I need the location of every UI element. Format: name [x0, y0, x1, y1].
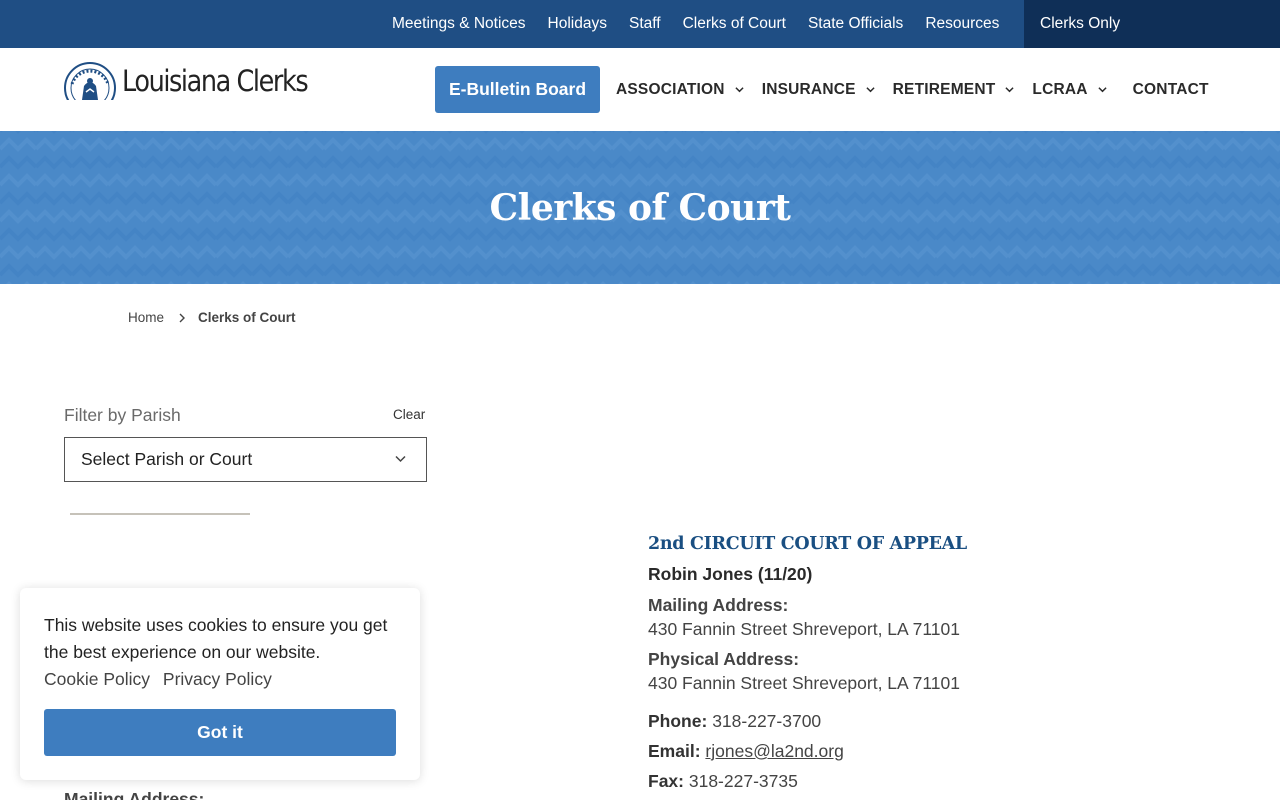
filter-label: Filter by Parish — [64, 405, 181, 425]
chevron-right-icon — [179, 313, 186, 322]
filter-clear-button[interactable]: Clear — [393, 407, 425, 422]
physical-address-label: Physical Address: — [648, 649, 800, 669]
email: Email: rjones@la2nd.org — [648, 741, 1248, 762]
nav-contact-label: CONTACT — [1132, 80, 1209, 98]
site-header: Louisiana Clerks E-Bulletin Board ASSOCI… — [0, 48, 1280, 131]
page-title: Clerks of Court — [489, 186, 791, 229]
utility-link-state-officials[interactable]: State Officials — [797, 15, 914, 33]
nav-contact[interactable]: CONTACT — [1133, 81, 1209, 99]
utility-link-resources[interactable]: Resources — [914, 15, 1010, 33]
e-bulletin-board-button[interactable]: E-Bulletin Board — [435, 66, 600, 113]
email-link[interactable]: rjones@la2nd.org — [705, 741, 843, 761]
fax-label: Fax: — [648, 771, 684, 791]
louisiana-seal-icon — [64, 62, 116, 100]
cookie-links: Cookie Policy Privacy Policy — [44, 666, 396, 693]
email-label: Email: — [648, 741, 701, 761]
image-edge — [70, 513, 250, 515]
chevron-down-icon — [1098, 87, 1107, 93]
nav-association[interactable]: ASSOCIATION — [616, 81, 744, 99]
chevron-down-icon — [1005, 87, 1015, 93]
nav-insurance[interactable]: INSURANCE — [762, 81, 875, 99]
cookie-accept-button[interactable]: Got it — [44, 709, 396, 756]
chevron-down-icon — [866, 87, 875, 93]
nav-lcraa-label: LCRAA — [1032, 80, 1088, 98]
cookie-consent-banner: This website uses cookies to ensure you … — [20, 588, 420, 780]
court-title: 2nd CIRCUIT COURT OF APPEAL — [648, 534, 967, 554]
utility-nav: Meetings & Notices Holidays Staff Clerks… — [381, 0, 1010, 48]
cookie-policy-link[interactable]: Cookie Policy — [44, 669, 150, 689]
mailing-address: Mailing Address: 430 Fannin Street Shrev… — [648, 595, 1248, 643]
physical-address: Physical Address: 430 Fannin Street Shre… — [648, 649, 1248, 697]
nav-association-label: ASSOCIATION — [616, 80, 725, 98]
fax-value: 318-227-3735 — [688, 771, 798, 791]
phone-label: Phone: — [648, 711, 708, 731]
site-logo[interactable]: Louisiana Clerks — [64, 62, 333, 100]
parish-select[interactable]: Select Parish or Court — [64, 437, 427, 482]
fax: Fax: 318-227-3735 — [648, 771, 1248, 792]
phone: Phone: 318-227-3700 — [648, 711, 1248, 732]
top-utility-bar: Meetings & Notices Holidays Staff Clerks… — [0, 0, 1280, 48]
court-entry: 2nd CIRCUIT COURT OF APPEAL Robin Jones … — [648, 534, 1248, 800]
breadcrumb-home[interactable]: Home — [128, 310, 164, 325]
utility-link-staff[interactable]: Staff — [618, 15, 672, 33]
parish-select-value: Select Parish or Court — [81, 449, 253, 469]
chevron-down-icon — [735, 87, 744, 93]
breadcrumb: Home Clerks of Court — [128, 310, 296, 325]
mailing-address-label: Mailing Address: — [648, 595, 789, 615]
physical-address-value: 430 Fannin Street Shreveport, LA 71101 — [648, 673, 960, 693]
utility-link-clerks-of-court[interactable]: Clerks of Court — [672, 15, 797, 33]
chevron-down-icon — [395, 455, 406, 463]
clerk-name: Robin Jones (11/20) — [648, 564, 813, 584]
logo-text: Louisiana Clerks — [122, 64, 309, 98]
page-banner: Clerks of Court — [0, 131, 1280, 284]
privacy-policy-link[interactable]: Privacy Policy — [163, 669, 272, 689]
clerks-only-link[interactable]: Clerks Only — [1024, 0, 1280, 48]
mailing-address-value: 430 Fannin Street Shreveport, LA 71101 — [648, 619, 960, 639]
left-entry-mailing-label: Mailing Address: — [64, 789, 205, 800]
utility-link-holidays[interactable]: Holidays — [537, 15, 618, 33]
phone-value: 318-227-3700 — [712, 711, 822, 731]
breadcrumb-current: Clerks of Court — [198, 310, 296, 325]
main-nav: ASSOCIATION INSURANCE RETIREMENT LCRAA C… — [616, 66, 1209, 113]
nav-retirement-label: RETIREMENT — [892, 80, 996, 98]
nav-insurance-label: INSURANCE — [761, 80, 856, 98]
nav-lcraa[interactable]: LCRAA — [1032, 80, 1107, 99]
cookie-message: This website uses cookies to ensure you … — [44, 615, 388, 662]
nav-retirement[interactable]: RETIREMENT — [893, 81, 1015, 99]
utility-link-meetings-notices[interactable]: Meetings & Notices — [381, 15, 537, 33]
